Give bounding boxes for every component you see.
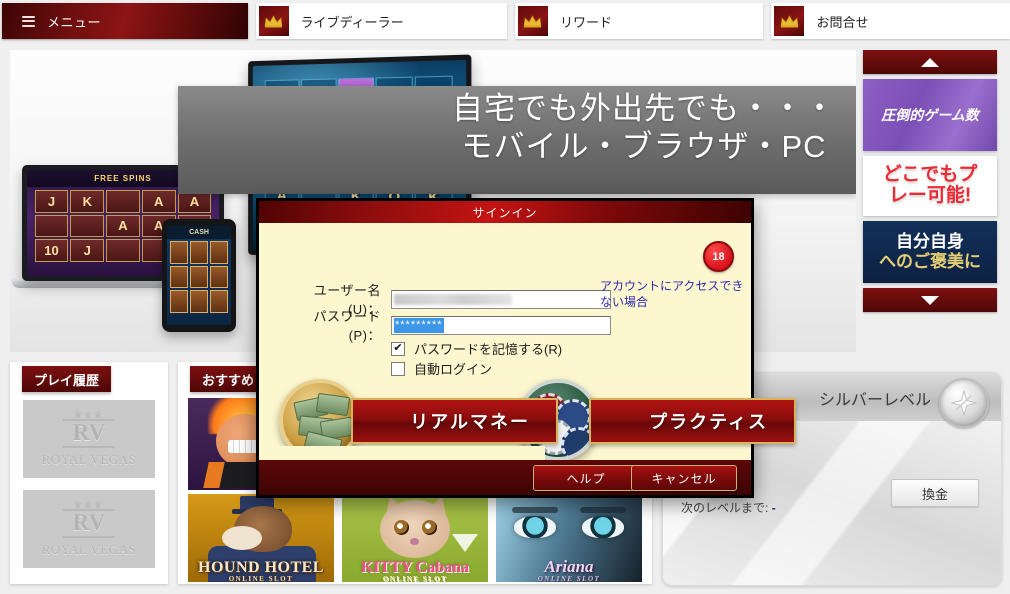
cocktail-glass-icon <box>452 534 478 552</box>
promo-card-line2: レー可能! <box>888 185 972 206</box>
footer-notch <box>259 446 545 460</box>
promo-card-label: 圧倒的ゲーム数 <box>881 107 979 123</box>
password-label: パスワード(P)： <box>313 309 381 343</box>
chevron-up-icon <box>921 57 939 67</box>
account-access-help-link[interactable]: アカウントにアクセスでき ない場合 <box>600 278 750 310</box>
remember-password-checkbox[interactable]: ✔ パスワードを記憶する(R) <box>391 339 562 358</box>
eye-right <box>582 516 624 538</box>
nav-tab-contact[interactable]: お問合せ <box>771 3 1010 39</box>
recommended-tab[interactable]: おすすめ <box>190 366 267 392</box>
tablet-image: CASH <box>162 219 236 332</box>
password-input[interactable]: ********* <box>391 315 611 335</box>
real-money-button-label: リアルマネー <box>410 412 530 432</box>
game-tile-subtitle: ONLINE SLOT <box>382 575 448 582</box>
promo-card-line2: へのご褒美に <box>879 252 981 271</box>
practice-button[interactable]: プラクティス <box>589 398 796 444</box>
help-button[interactable]: ヘルプ <box>533 465 639 491</box>
checkbox-checked-icon: ✔ <box>391 341 405 356</box>
eye-left <box>514 516 556 538</box>
nav-tab-live-dealer[interactable]: ライブディーラー <box>255 3 507 39</box>
cancel-button[interactable]: キャンセル <box>631 465 737 491</box>
password-masked-value: ********* <box>394 317 444 333</box>
history-tile[interactable]: ♕♕♕ RV ROYAL VEGAS <box>23 400 155 478</box>
hero-caption-line1: 自宅でも外出先でも・・・ <box>452 91 836 126</box>
cancel-button-label: キャンセル <box>651 471 717 486</box>
cat-nose <box>410 538 419 545</box>
dialog-body: 18 ユーザー名(U)： パスワード(P)： ********* ✔ パスワード… <box>259 223 796 461</box>
star-badge-icon <box>939 378 989 428</box>
rail-scroll-down-button[interactable] <box>863 288 997 312</box>
auto-login-label: 自動ログイン <box>414 362 493 377</box>
dialog-title-text: サインイン <box>472 205 538 220</box>
menu-button-label: メニュー <box>47 14 102 30</box>
recommended-tab-label: おすすめ <box>202 372 255 388</box>
play-history-tab-label: プレイ履歴 <box>34 372 100 388</box>
checkbox-unchecked-icon <box>391 361 405 376</box>
hamburger-icon <box>22 15 35 27</box>
top-navigation-bar: メニュー ライブディーラー リワード お問合せ <box>0 0 1010 42</box>
age-restriction-badge: 18 <box>703 241 734 272</box>
cat-eye-left <box>394 520 409 535</box>
game-tile-ariana[interactable]: Ariana ONLINE SLOT <box>496 494 642 582</box>
username-masked-value <box>394 293 512 305</box>
remember-password-label: パスワードを記憶する(R) <box>414 342 563 357</box>
eyebrow-left <box>512 507 558 513</box>
game-tile-hound-hotel[interactable]: HOUND HOTEL ONLINE SLOT <box>188 494 334 582</box>
real-money-button[interactable]: リアルマネー <box>351 398 558 444</box>
promo-card-games[interactable]: 圧倒的ゲーム数 <box>863 79 997 151</box>
play-history-panel: プレイ履歴 ♕♕♕ RV ROYAL VEGAS ♕♕♕ RV ROYAL VE… <box>10 362 168 584</box>
promo-card-line1: 自分自身 <box>896 232 964 252</box>
game-tile-subtitle: ONLINE SLOT <box>228 575 294 582</box>
history-tile-name: ROYAL VEGAS <box>41 541 137 557</box>
dialog-title-bar: サインイン <box>259 201 751 223</box>
promo-rail: 圧倒的ゲーム数 どこでもプ レー可能! 自分自身 へのご褒美に <box>860 50 1000 352</box>
cat-head <box>380 500 450 558</box>
crown-icon <box>774 6 805 36</box>
hero-caption-box: 自宅でも外出先でも・・・ モバイル・ブラウザ・PC <box>178 86 856 194</box>
play-history-tab[interactable]: プレイ履歴 <box>22 366 112 392</box>
auto-login-checkbox[interactable]: 自動ログイン <box>391 359 492 378</box>
nav-tab-label: ライブディーラー <box>300 14 404 30</box>
nav-tab-label: お問合せ <box>816 14 869 30</box>
history-tile-mark: RV <box>62 419 116 448</box>
rail-scroll-up-button[interactable] <box>863 50 997 74</box>
cash-out-button-label: 換金 <box>921 486 948 502</box>
loyalty-level-label: シルバーレベル <box>818 392 931 409</box>
age-restriction-badge-label: 18 <box>712 250 725 263</box>
nav-tab-label: リワード <box>559 14 612 30</box>
menu-button[interactable]: メニュー <box>2 3 248 39</box>
help-button-label: ヘルプ <box>566 471 606 486</box>
history-tile[interactable]: ♕♕♕ RV ROYAL VEGAS <box>23 490 155 568</box>
nav-tab-rewards[interactable]: リワード <box>514 3 764 39</box>
hero-caption-line2: モバイル・ブラウザ・PC <box>461 128 827 164</box>
dialog-footer: ヘルプ キャンセル <box>259 446 751 495</box>
game-tile-subtitle: ONLINE SLOT <box>537 575 601 582</box>
history-tile-name: ROYAL VEGAS <box>41 451 137 467</box>
loyalty-next-level-key: 次のレベルまで: <box>681 500 769 515</box>
account-access-help-line1: アカウントにアクセスでき <box>600 279 744 293</box>
sign-in-dialog[interactable]: サインイン 18 ユーザー名(U)： パスワード(P)： ********* ✔… <box>256 198 796 498</box>
promo-card-line1: どこでもプ <box>882 164 978 186</box>
cat-eye-right <box>422 520 437 535</box>
loyalty-next-level-value: - <box>771 500 776 515</box>
history-tile-mark: RV <box>62 509 116 538</box>
promo-card-anywhere[interactable]: どこでもプ レー可能! <box>863 156 997 216</box>
cash-out-button[interactable]: 換金 <box>891 479 979 507</box>
practice-button-label: プラクティス <box>649 412 768 432</box>
promo-card-reward[interactable]: 自分自身 へのご褒美に <box>863 221 997 283</box>
game-tile-kitty-cabana[interactable]: KITTY Cabana ONLINE SLOT <box>342 494 488 582</box>
account-access-help-line2: ない場合 <box>600 295 649 310</box>
tablet-screen-title: CASH <box>167 226 231 239</box>
crown-icon <box>258 6 289 36</box>
eyebrow-right <box>580 507 626 513</box>
dog-snout <box>222 526 262 550</box>
chevron-down-icon <box>921 295 939 305</box>
crown-icon <box>517 6 548 36</box>
